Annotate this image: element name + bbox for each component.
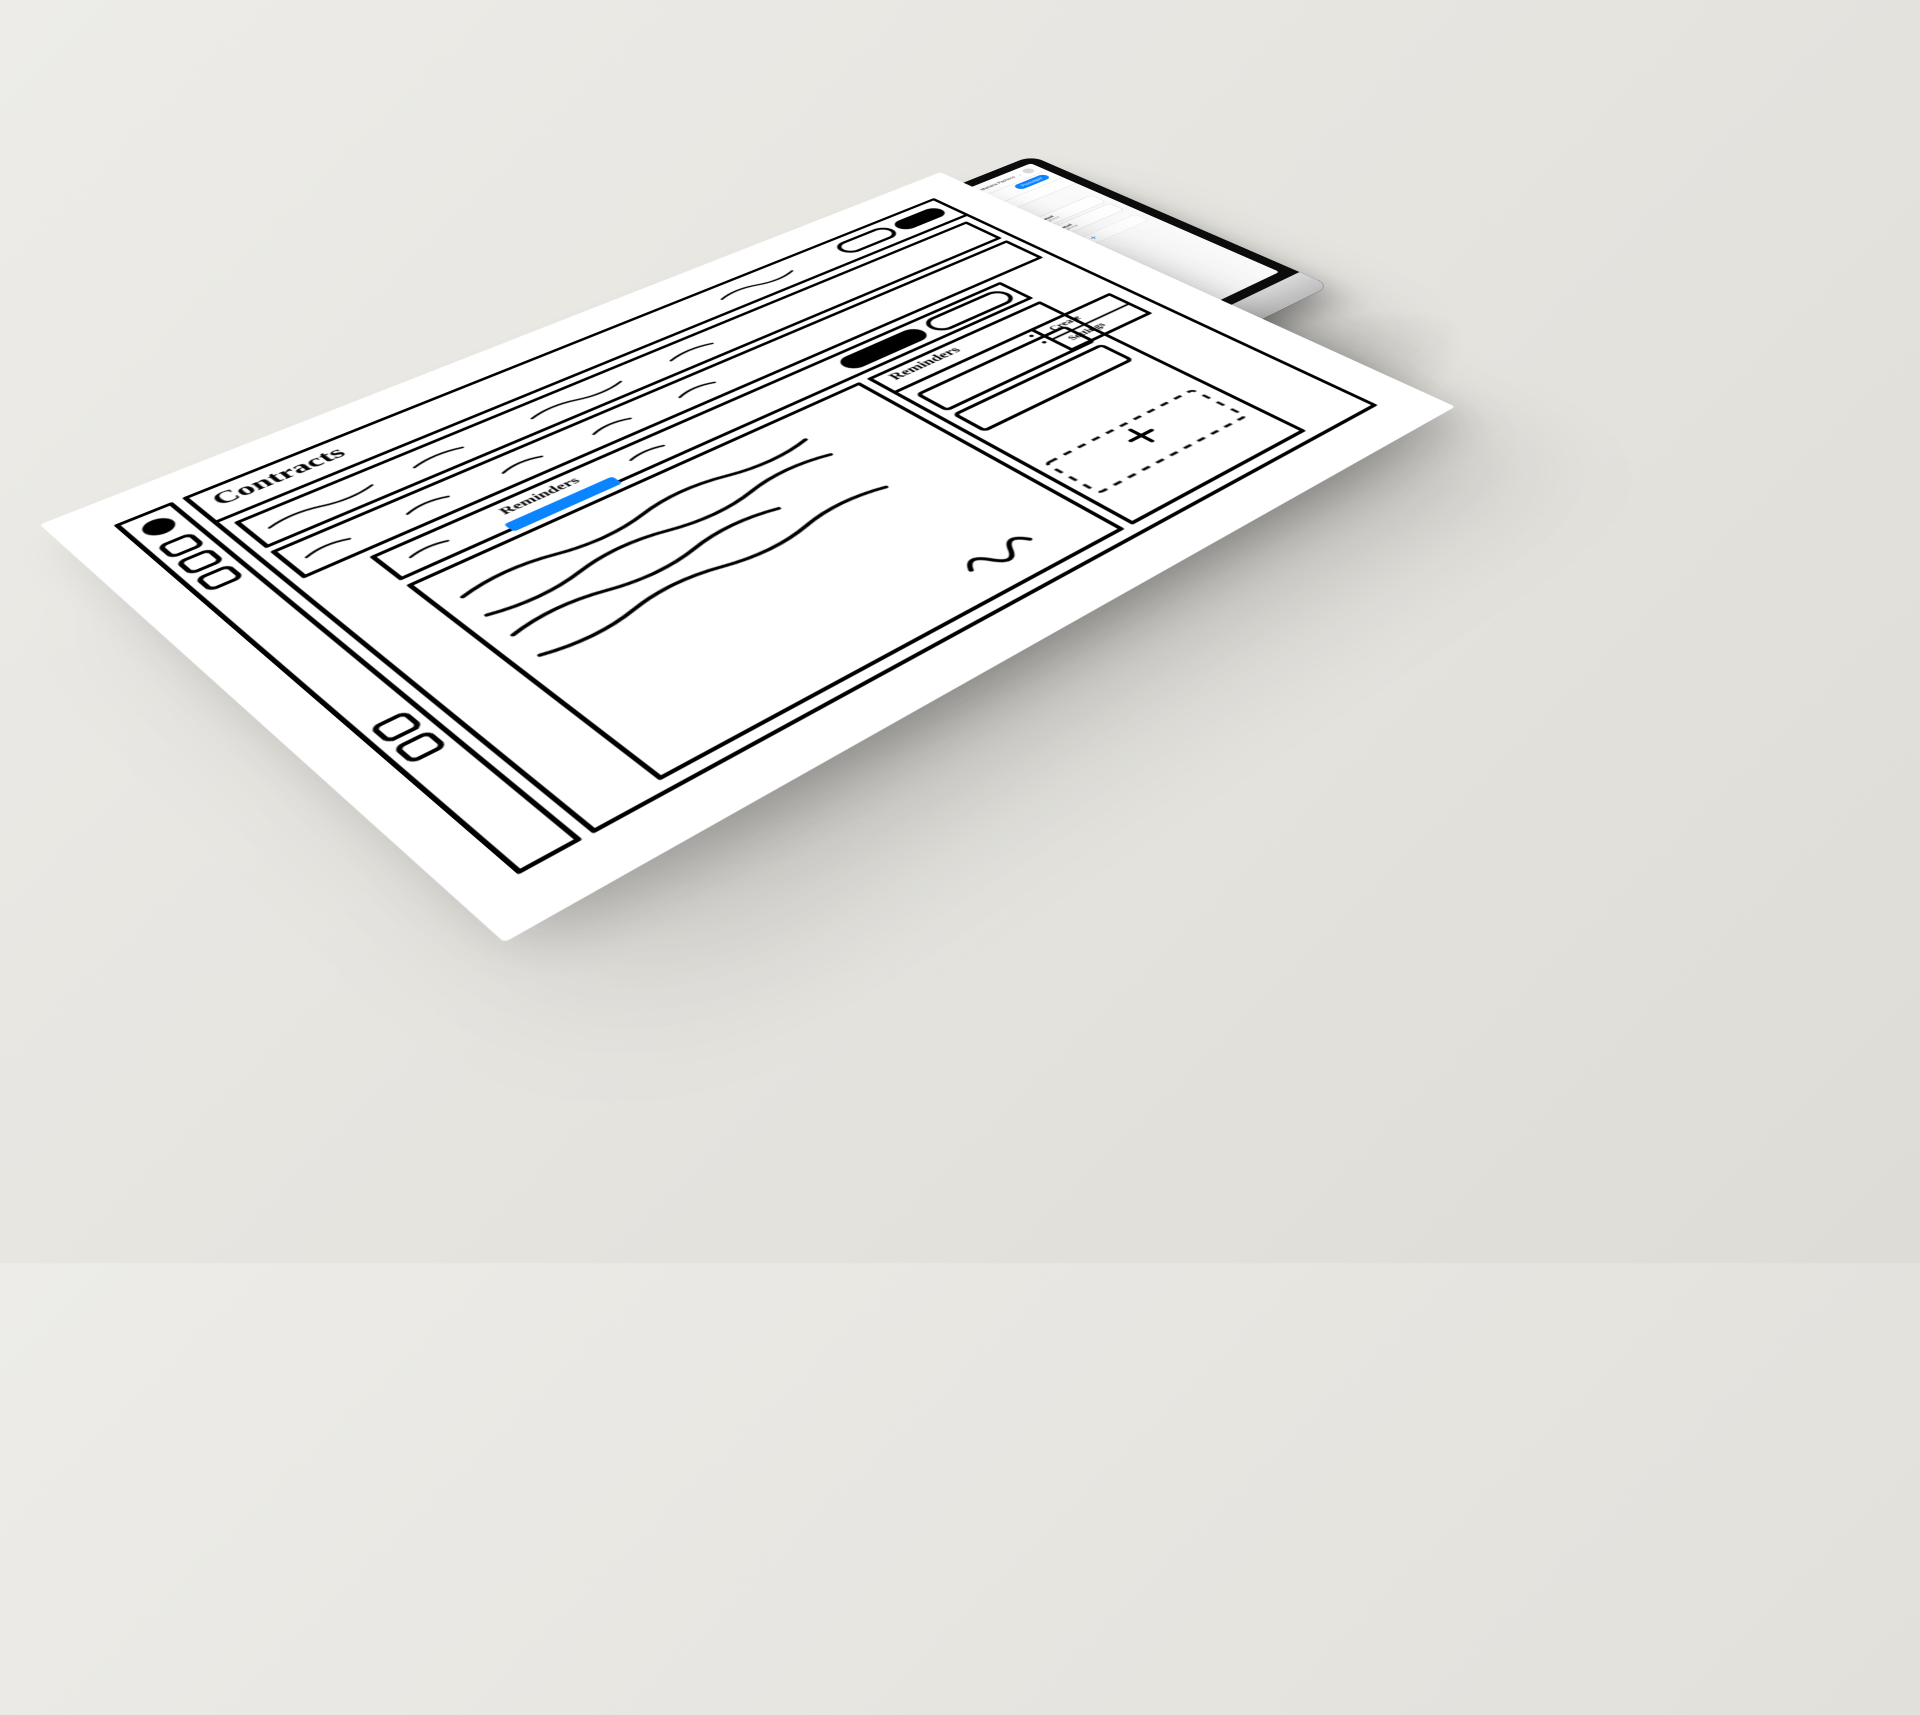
chevron-down-icon[interactable]: ⌄ xyxy=(1015,173,1023,176)
avatar[interactable] xyxy=(1020,167,1036,174)
